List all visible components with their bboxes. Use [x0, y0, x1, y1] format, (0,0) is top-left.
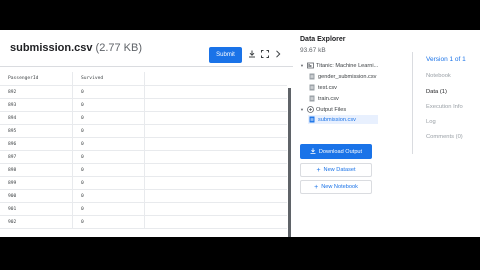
survived-cell: 0 [72, 125, 144, 137]
survived-cell: 0 [72, 190, 144, 202]
tree-item-label: Titanic: Machine Learni... [316, 62, 379, 69]
plus-icon: + [314, 183, 319, 191]
file-icon [308, 73, 316, 81]
nav-item-data[interactable]: Data (1) [426, 89, 447, 95]
nav-item-notebook[interactable]: Notebook [426, 73, 451, 79]
empty-cell [144, 99, 287, 111]
table-row: 895 0 [0, 125, 287, 138]
nav-item-log[interactable]: Log [426, 119, 436, 125]
explorer-size: 93.67 kB [300, 47, 326, 54]
table-row: 894 0 [0, 112, 287, 125]
passenger-id-cell: 899 [8, 180, 17, 186]
table-row: 902 0 [0, 216, 287, 229]
tree-item-file[interactable]: gender_submission.csv [308, 72, 376, 81]
empty-cell [144, 72, 287, 85]
empty-cell [144, 86, 287, 98]
survived-cell: 0 [72, 151, 144, 163]
file-title: submission.csv (2.77 KB) [10, 42, 142, 54]
panel-divider[interactable] [288, 88, 291, 237]
survived-cell: 0 [72, 112, 144, 124]
file-size: (2.77 KB) [95, 42, 143, 54]
empty-cell [144, 216, 287, 228]
csv-table: PassengerId Survived 892 0 893 0 894 0 895 0 896… [0, 72, 287, 229]
file-name: submission.csv [10, 42, 93, 54]
folder-icon [306, 106, 314, 114]
kernel-viewer: submission.csv (2.77 KB) Submit Passenger… [0, 30, 480, 237]
dataset-icon [306, 62, 314, 70]
passenger-id-cell: 901 [8, 206, 17, 212]
tree-item-label: test.csv [318, 84, 337, 91]
survived-cell: 0 [72, 99, 144, 111]
column-header[interactable]: Survived [72, 72, 144, 85]
file-icon [308, 84, 316, 92]
empty-cell [144, 177, 287, 189]
passenger-id-cell: 896 [8, 141, 17, 147]
survived-cell: 0 [72, 164, 144, 176]
new-dataset-label: New Dataset [323, 167, 356, 173]
passenger-id-cell: 892 [8, 89, 17, 95]
download-icon[interactable] [246, 48, 258, 60]
new-notebook-button[interactable]: + New Notebook [300, 180, 372, 194]
empty-cell [144, 190, 287, 202]
passenger-id-cell: 894 [8, 115, 17, 121]
nav-item-execution-info[interactable]: Execution Info [426, 104, 463, 110]
download-icon [310, 147, 316, 156]
version-label[interactable]: Version 1 of 1 [426, 56, 466, 63]
passenger-id-cell: 900 [8, 193, 17, 199]
survived-cell: 0 [72, 177, 144, 189]
tree-item-output-files[interactable]: ▼ Output Files [300, 105, 346, 114]
column-header[interactable]: PassengerId [0, 72, 72, 85]
download-output-button[interactable]: Download Output [300, 144, 372, 159]
data-explorer: Data Explorer 93.67 kB ▼ Titanic: Machin… [300, 30, 410, 237]
tree-item-file-selected[interactable]: submission.csv [308, 115, 378, 124]
empty-cell [144, 125, 287, 137]
empty-cell [144, 151, 287, 163]
tree-item-label: Output Files [316, 106, 347, 113]
empty-cell [144, 138, 287, 150]
nav-item-comments[interactable]: Comments (0) [426, 134, 463, 140]
tree-item-label: submission.csv [318, 116, 356, 123]
new-dataset-button[interactable]: + New Dataset [300, 163, 372, 177]
passenger-id-cell: 895 [8, 128, 17, 134]
table-row: 899 0 [0, 177, 287, 190]
passenger-id-cell: 897 [8, 154, 17, 160]
fullscreen-icon[interactable] [259, 48, 271, 60]
version-nav: Version 1 of 1 Notebook Data (1) Executi… [412, 30, 480, 237]
survived-cell: 0 [72, 138, 144, 150]
passenger-id-cell: 893 [8, 102, 17, 108]
tree-item-label: train.csv [318, 95, 339, 102]
passenger-id-cell: 902 [8, 219, 17, 225]
explorer-title: Data Explorer [300, 36, 346, 43]
survived-cell: 0 [72, 216, 144, 228]
file-preview-panel: submission.csv (2.77 KB) Submit Passenger… [0, 30, 293, 237]
tree-item-label: gender_submission.csv [318, 73, 377, 80]
submit-button[interactable]: Submit [209, 47, 242, 63]
chevron-right-icon[interactable] [272, 48, 284, 60]
tree-item-file[interactable]: train.csv [308, 94, 339, 103]
table-row: 900 0 [0, 190, 287, 203]
table-row: 896 0 [0, 138, 287, 151]
plus-icon: + [316, 166, 321, 174]
survived-cell: 0 [72, 86, 144, 98]
new-notebook-label: New Notebook [321, 184, 358, 190]
empty-cell [144, 203, 287, 215]
table-header: PassengerId Survived [0, 72, 287, 86]
tree-item-file[interactable]: test.csv [308, 83, 337, 92]
table-row: 898 0 [0, 164, 287, 177]
file-icon [308, 95, 316, 103]
empty-cell [144, 112, 287, 124]
table-row: 897 0 [0, 151, 287, 164]
tree-item-dataset[interactable]: ▼ Titanic: Machine Learni... [300, 61, 378, 70]
download-output-label: Download Output [318, 148, 363, 155]
nav-divider [412, 52, 413, 154]
table-row: 892 0 [0, 86, 287, 99]
table-row: 901 0 [0, 203, 287, 216]
table-body: 892 0 893 0 894 0 895 0 896 0 897 0 898 0 899 0 900 0 901 0… [0, 86, 287, 229]
table-row: 893 0 [0, 99, 287, 112]
file-icon [308, 116, 316, 124]
survived-cell: 0 [72, 203, 144, 215]
passenger-id-cell: 898 [8, 167, 17, 173]
empty-cell [144, 164, 287, 176]
file-toolbar: submission.csv (2.77 KB) Submit [0, 30, 293, 67]
